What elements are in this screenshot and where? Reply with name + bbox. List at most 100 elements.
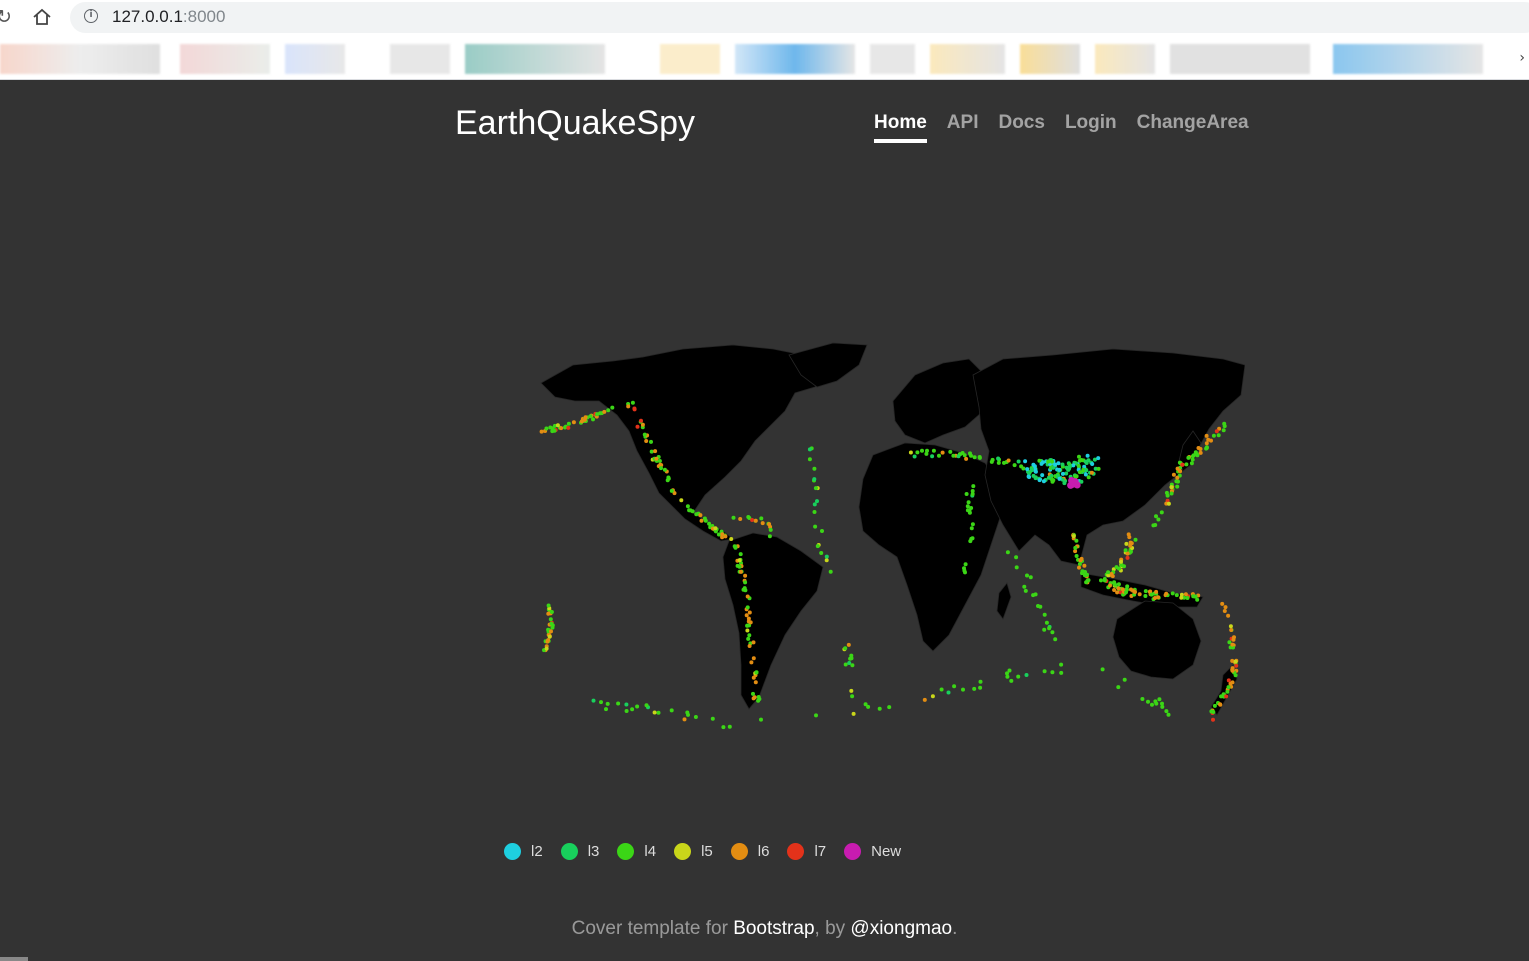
bookmark-item[interactable] <box>930 44 1005 74</box>
bookmark-item[interactable] <box>390 44 450 74</box>
bookmark-item[interactable] <box>870 44 915 74</box>
australia <box>1112 600 1202 680</box>
nav-docs[interactable]: Docs <box>998 112 1044 143</box>
legend-item-l3[interactable]: l3 <box>560 843 599 860</box>
nav-login[interactable]: Login <box>1065 112 1117 143</box>
bootstrap-link[interactable]: Bootstrap <box>733 918 814 939</box>
bookmark-item[interactable] <box>1170 44 1310 74</box>
earthquake-point <box>1117 566 1121 571</box>
earthquake-point <box>922 697 927 702</box>
earthquake-world-map[interactable] <box>533 335 1245 755</box>
bookmark-item[interactable] <box>0 44 160 74</box>
earthquake-point <box>1026 474 1031 479</box>
nav-changearea[interactable]: ChangeArea <box>1137 112 1249 143</box>
earthquake-point <box>1046 475 1051 480</box>
bookmarks-overflow-icon[interactable]: › <box>1519 50 1525 66</box>
earthquake-point <box>1159 510 1164 515</box>
earthquake-point <box>1184 462 1189 467</box>
earthquake-point <box>956 454 961 459</box>
home-icon[interactable] <box>32 8 52 26</box>
bookmark-item[interactable] <box>285 44 345 74</box>
earthquake-point <box>751 656 756 661</box>
earthquake-point <box>1224 694 1229 699</box>
earthquake-point <box>694 512 699 517</box>
earthquake-point <box>751 696 756 701</box>
earthquake-point <box>1154 701 1159 706</box>
earthquake-point <box>1085 453 1090 458</box>
earthquake-point <box>1221 428 1226 433</box>
earthquake-point <box>1029 468 1034 473</box>
earthquake-point <box>1096 466 1101 471</box>
earthquake-point <box>665 478 670 483</box>
earthquake-point <box>1234 663 1239 668</box>
bookmark-item[interactable] <box>1095 44 1155 74</box>
reload-icon[interactable]: ↻ <box>0 7 12 27</box>
earthquake-point <box>544 426 549 431</box>
earthquake-point <box>1149 592 1154 597</box>
legend-item-l2[interactable]: l2 <box>504 843 543 860</box>
earthquake-point <box>1222 609 1227 613</box>
earthquake-point <box>1143 594 1148 598</box>
earthquake-point <box>1059 670 1064 675</box>
earthquake-point <box>768 527 773 532</box>
bookmark-item[interactable] <box>660 44 720 74</box>
legend-label: l7 <box>814 843 827 860</box>
horizontal-scrollbar[interactable] <box>0 957 28 961</box>
legend-item-l4[interactable]: l4 <box>617 843 656 860</box>
earthquake-point <box>1025 573 1029 578</box>
earthquake-point <box>977 455 982 459</box>
earthquake-point <box>972 455 977 460</box>
earthquake-point <box>566 425 571 430</box>
earthquake-point <box>1212 703 1217 708</box>
legend-item-l6[interactable]: l6 <box>730 843 769 860</box>
africa <box>858 442 1004 652</box>
bookmarks-bar: › <box>0 36 1529 80</box>
bookmark-item[interactable] <box>1333 44 1483 74</box>
earthquake-point <box>731 515 736 520</box>
bookmark-item[interactable] <box>180 44 270 74</box>
legend-item-l5[interactable]: l5 <box>674 843 713 860</box>
bookmark-item[interactable] <box>465 44 605 74</box>
footer-middle: , by <box>814 918 851 939</box>
brand-title[interactable]: EarthQuakeSpy <box>455 104 695 143</box>
earthquake-point <box>1089 470 1094 475</box>
earthquake-point <box>1165 493 1170 498</box>
earthquake-point <box>807 447 812 452</box>
earthquake-point <box>729 537 734 541</box>
bookmark-item[interactable] <box>735 44 855 74</box>
earthquake-point <box>1230 658 1235 663</box>
earthquake-point <box>1053 637 1058 642</box>
earthquake-point <box>908 450 913 455</box>
earthquake-point <box>588 414 593 419</box>
earthquake-point <box>1079 458 1084 462</box>
earthquake-point <box>753 680 758 685</box>
author-link[interactable]: @xiongmao <box>850 918 952 939</box>
nav-home[interactable]: Home <box>874 112 927 143</box>
address-bar[interactable] <box>70 2 1529 33</box>
earthquake-point <box>1143 589 1148 594</box>
earthquake-point <box>767 522 772 527</box>
earthquake-point <box>990 457 995 462</box>
page-content: EarthQuakeSpy Home API Docs Login Change… <box>0 80 1529 961</box>
earthquake-point <box>1025 467 1030 472</box>
earthquake-point <box>720 532 725 537</box>
nav-api[interactable]: API <box>947 112 979 143</box>
earthquake-point <box>951 453 956 458</box>
earthquake-point <box>1127 535 1132 540</box>
earthquake-point <box>1169 485 1174 490</box>
legend-item-new[interactable]: New <box>844 843 901 860</box>
earthquake-point <box>1077 470 1082 475</box>
earthquake-point <box>939 687 944 692</box>
earthquake-point <box>698 513 703 518</box>
bookmark-item[interactable] <box>1020 44 1080 74</box>
legend-item-l7[interactable]: l7 <box>787 843 826 860</box>
earthquake-point <box>1071 534 1076 539</box>
earthquake-point <box>1074 554 1079 558</box>
site-info-icon[interactable]: i <box>84 9 98 23</box>
earthquake-point <box>547 634 552 639</box>
earthquake-point <box>1166 501 1171 506</box>
url-text[interactable]: 127.0.0.1:8000 <box>112 7 225 27</box>
earthquake-point <box>978 679 983 684</box>
earthquake-point <box>747 610 752 615</box>
legend-dot-icon <box>617 843 635 860</box>
